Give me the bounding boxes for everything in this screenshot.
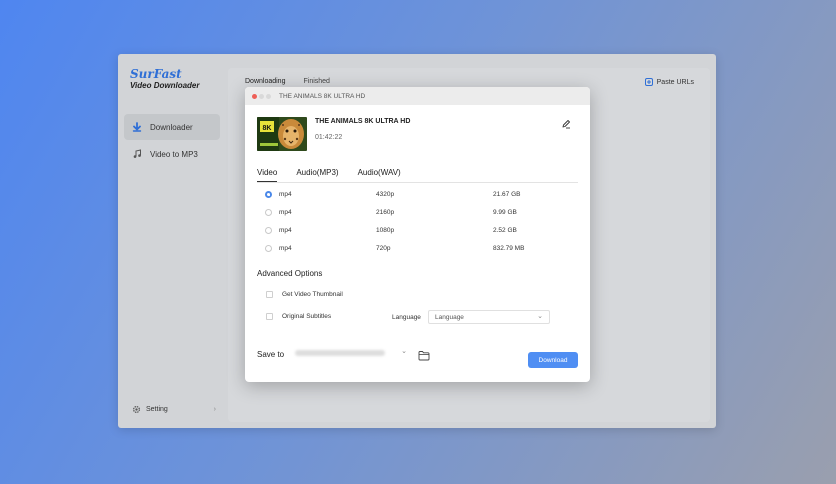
paste-urls-button[interactable]: Paste URLs	[644, 78, 694, 86]
option-format: mp4	[279, 209, 292, 216]
maximize-dot-icon[interactable]	[266, 93, 271, 99]
video-title: THE ANIMALS 8K ULTRA HD	[315, 118, 411, 125]
save-to-label: Save to	[257, 350, 285, 359]
sidebar: SurFast Video Downloader Downloader Vide…	[118, 54, 226, 428]
sidebar-item-video-to-mp3[interactable]: Video to MP3	[124, 141, 220, 167]
option-format: mp4	[279, 227, 292, 234]
option-size: 21.67 GB	[493, 191, 521, 198]
language-label: Language	[392, 314, 421, 321]
download-options-dialog: THE ANIMALS 8K ULTRA HD 8K THE ANIMALS 8…	[245, 87, 590, 382]
checkbox-box[interactable]	[266, 291, 273, 298]
checkbox-label: Get Video Thumbnail	[282, 291, 343, 298]
sidebar-item-label: Video to MP3	[150, 149, 198, 159]
tabs-divider	[257, 182, 578, 183]
tab-video[interactable]: Video	[257, 168, 278, 182]
minimize-dot-icon[interactable]	[259, 93, 264, 99]
tab-downloading[interactable]: Downloading	[245, 78, 285, 85]
sidebar-item-label: Downloader	[150, 122, 193, 132]
thumbnail-badge: 8K	[263, 125, 272, 132]
option-resolution: 4320p	[376, 191, 395, 198]
language-select[interactable]: Language ⌄	[428, 310, 550, 324]
setting-button[interactable]: Setting ›	[132, 405, 216, 414]
option-resolution: 2160p	[376, 209, 395, 216]
download-arrow-icon	[130, 122, 144, 132]
option-format: mp4	[279, 191, 292, 198]
quality-option-row[interactable]: mp4 720p 832.79 MB	[265, 243, 565, 255]
plus-square-icon	[644, 78, 653, 86]
gear-icon	[132, 405, 141, 414]
chevron-right-icon: ›	[213, 406, 216, 413]
tab-finished[interactable]: Finished	[303, 78, 329, 85]
option-resolution: 720p	[376, 245, 391, 252]
option-size: 832.79 MB	[493, 245, 525, 252]
chevron-down-icon: ⌄	[537, 313, 543, 320]
edit-pencil-icon[interactable]	[561, 116, 571, 129]
download-button[interactable]: Download	[528, 352, 578, 368]
checkbox-box[interactable]	[266, 313, 273, 320]
save-path-blurred	[295, 350, 385, 356]
format-tabs: Video Audio(MP3) Audio(WAV)	[257, 168, 420, 182]
option-format: mp4	[279, 245, 292, 252]
quality-radio[interactable]	[265, 245, 272, 252]
music-note-icon	[130, 149, 144, 159]
video-thumbnail: 8K	[257, 117, 307, 151]
download-tabs: Downloading Finished	[245, 78, 330, 85]
checkbox-label: Original Subtitles	[282, 313, 332, 320]
original-subtitles-checkbox[interactable]: Original Subtitles	[266, 313, 331, 320]
tab-audio-mp3[interactable]: Audio(MP3)	[296, 168, 338, 180]
setting-label: Setting	[146, 406, 168, 413]
quality-radio[interactable]	[265, 191, 272, 198]
brand-name: SurFast	[130, 67, 182, 81]
dialog-titlebar: THE ANIMALS 8K ULTRA HD	[245, 87, 590, 105]
advanced-options-heading: Advanced Options	[257, 269, 323, 278]
quality-radio[interactable]	[265, 209, 272, 216]
get-thumbnail-checkbox[interactable]: Get Video Thumbnail	[266, 291, 343, 298]
brand-subtitle: Video Downloader	[130, 81, 200, 90]
chevron-down-icon: ⌄	[401, 348, 407, 355]
quality-option-row[interactable]: mp4 4320p 21.67 GB	[265, 189, 565, 201]
option-resolution: 1080p	[376, 227, 395, 234]
video-duration: 01:42:22	[315, 134, 343, 141]
quality-option-row[interactable]: mp4 1080p 2.52 GB	[265, 225, 565, 237]
close-dot-icon[interactable]	[252, 93, 257, 99]
brand-logo: SurFast Video Downloader	[130, 68, 200, 90]
save-path-select[interactable]: ⌄	[291, 346, 411, 360]
paste-urls-label: Paste URLs	[656, 78, 694, 86]
language-select-value: Language	[435, 314, 464, 321]
sidebar-item-downloader[interactable]: Downloader	[124, 114, 220, 140]
option-size: 2.52 GB	[493, 227, 517, 234]
quality-option-row[interactable]: mp4 2160p 9.99 GB	[265, 207, 565, 219]
folder-icon[interactable]	[418, 348, 430, 361]
tab-audio-wav[interactable]: Audio(WAV)	[358, 168, 401, 180]
dialog-title: THE ANIMALS 8K ULTRA HD	[279, 92, 366, 100]
quality-radio[interactable]	[265, 227, 272, 234]
option-size: 9.99 GB	[493, 209, 517, 216]
